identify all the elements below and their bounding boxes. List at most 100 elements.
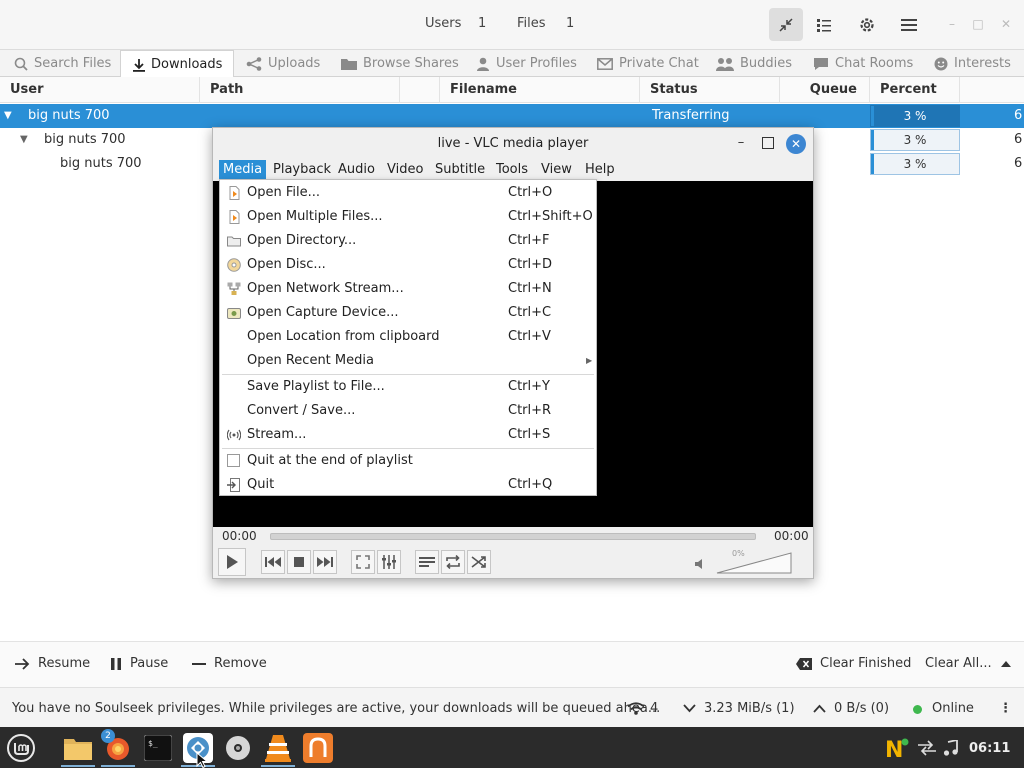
shuffle-button[interactable]	[467, 550, 491, 574]
table-row[interactable]: ▼ big nuts 700 Transferring 3 % 6	[0, 104, 1024, 128]
close-icon[interactable]: ✕	[998, 16, 1014, 32]
list-icon[interactable]	[807, 8, 841, 41]
clock[interactable]: 06:11	[969, 741, 1010, 756]
vlc-minimize-icon[interactable]: –	[735, 136, 747, 149]
play-button[interactable]	[218, 548, 246, 576]
mint-menu-icon[interactable]	[4, 731, 38, 765]
maximize-icon[interactable]: □	[970, 16, 986, 32]
column-queue[interactable]: Queue	[780, 77, 870, 103]
menu-audio[interactable]: Audio	[334, 160, 379, 180]
menu-media[interactable]: Media	[219, 160, 267, 180]
svg-text:$_: $_	[148, 739, 158, 748]
notification-badge: 2	[101, 729, 115, 743]
volume-slider[interactable]	[716, 552, 792, 574]
download-speed-icon	[683, 704, 696, 713]
users-icon	[716, 57, 734, 71]
menu-item-stream[interactable]: Stream... Ctrl+S	[220, 423, 596, 447]
kebab-menu-icon[interactable]: ⋮	[999, 701, 1012, 716]
tab-private-chat[interactable]: Private Chat	[591, 50, 699, 77]
sound-tray-icon[interactable]	[934, 731, 968, 765]
fullscreen-button[interactable]	[351, 550, 375, 574]
menu-item-open-disc[interactable]: Open Disc... Ctrl+D	[220, 253, 596, 277]
online-status[interactable]: Online	[932, 701, 974, 716]
minimize-icon[interactable]: –	[944, 16, 960, 32]
column-status[interactable]: Status	[640, 77, 780, 103]
tab-browse-shares[interactable]: Browse Shares	[335, 50, 459, 77]
menu-item-quit[interactable]: Quit Ctrl+Q	[220, 473, 596, 497]
disc-app-icon[interactable]	[221, 731, 255, 765]
tab-interests[interactable]: Interests	[928, 50, 1011, 77]
extended-settings-button[interactable]	[377, 550, 401, 574]
tab-label: Downloads	[151, 57, 223, 72]
stop-icon	[294, 557, 304, 567]
checkbox-icon[interactable]	[227, 454, 240, 467]
pause-button[interactable]: Pause	[110, 656, 168, 671]
vlc-close-icon[interactable]: ✕	[786, 134, 806, 154]
tab-buddies[interactable]: Buddies	[710, 50, 792, 77]
column-user[interactable]: User	[0, 77, 200, 103]
gear-icon[interactable]	[850, 8, 884, 41]
firefox-icon[interactable]: 2	[101, 729, 135, 767]
tab-downloads[interactable]: Downloads	[120, 50, 234, 78]
tab-search-files[interactable]: Search Files	[8, 50, 111, 77]
column-path[interactable]: Path	[200, 77, 400, 103]
menu-item-open-recent-media[interactable]: Open Recent Media ▶	[220, 349, 596, 373]
expander-down-icon[interactable]: ▼	[4, 104, 12, 128]
menu-item-open-file[interactable]: Open File... Ctrl+O	[220, 181, 596, 205]
menu-item-open-network-stream[interactable]: Open Network Stream... Ctrl+N	[220, 277, 596, 301]
menu-help[interactable]: Help	[581, 160, 619, 180]
tab-chat-rooms[interactable]: Chat Rooms	[807, 50, 913, 77]
vlc-maximize-icon[interactable]	[762, 137, 774, 149]
search-icon	[14, 57, 28, 71]
collapse-icon[interactable]	[769, 8, 803, 41]
menu-item-open-location-clipboard[interactable]: Open Location from clipboard Ctrl+V	[220, 325, 596, 349]
remove-button[interactable]: Remove	[192, 656, 267, 671]
taskbar: 2 $_ N 06:11	[0, 727, 1024, 768]
expander-down-icon[interactable]: ▼	[20, 128, 28, 152]
menu-video[interactable]: Video	[383, 160, 427, 180]
loop-button[interactable]	[441, 550, 465, 574]
vlc-taskbar-icon[interactable]	[261, 731, 295, 767]
users-label: Users	[425, 16, 462, 31]
connection-count: 4	[650, 701, 659, 716]
column-filename[interactable]: Filename	[440, 77, 640, 103]
resume-button[interactable]: Resume	[14, 656, 90, 671]
seek-slider[interactable]	[270, 533, 756, 540]
clear-all-button[interactable]: Clear All...	[925, 656, 1012, 671]
tab-label: Browse Shares	[363, 56, 459, 71]
menu-item-quit-end-of-playlist[interactable]: Quit at the end of playlist	[220, 449, 596, 473]
tab-user-profiles[interactable]: User Profiles	[470, 50, 577, 77]
files-app-icon[interactable]	[61, 731, 95, 767]
menu-item-convert-save[interactable]: Convert / Save... Ctrl+R	[220, 399, 596, 423]
previous-button[interactable]	[261, 550, 285, 574]
stop-button[interactable]	[287, 550, 311, 574]
next-button[interactable]	[313, 550, 337, 574]
nicotine-tray-icon[interactable]: N	[880, 731, 914, 765]
hamburger-menu-icon[interactable]	[892, 8, 926, 41]
clear-finished-button[interactable]: Clear Finished	[796, 656, 911, 671]
menu-item-open-directory[interactable]: Open Directory... Ctrl+F	[220, 229, 596, 253]
upload-speed-icon	[813, 704, 826, 713]
share-icon	[246, 56, 262, 71]
row-extra: 6	[1014, 156, 1023, 171]
status-bar: You have no Soulseek privileges. While p…	[0, 687, 1024, 727]
pause-icon	[111, 657, 121, 670]
column-percent[interactable]: Percent	[870, 77, 960, 103]
menu-view[interactable]: View	[537, 160, 576, 180]
speaker-icon[interactable]	[695, 558, 705, 570]
disc-icon	[227, 258, 241, 272]
stream-icon	[227, 429, 241, 441]
menu-item-open-multiple-files[interactable]: Open Multiple Files... Ctrl+Shift+O	[220, 205, 596, 229]
menu-playback[interactable]: Playback	[269, 160, 335, 180]
menu-item-open-capture-device[interactable]: Open Capture Device... Ctrl+C	[220, 301, 596, 325]
playlist-button[interactable]	[415, 550, 439, 574]
terminal-icon[interactable]: $_	[141, 731, 175, 765]
software-manager-icon[interactable]	[301, 731, 335, 765]
tab-uploads[interactable]: Uploads	[240, 50, 320, 77]
row-user: big nuts 700	[60, 156, 142, 171]
menu-subtitle[interactable]: Subtitle	[431, 160, 489, 180]
menu-item-save-playlist[interactable]: Save Playlist to File... Ctrl+Y	[220, 375, 596, 399]
menu-tools[interactable]: Tools	[492, 160, 532, 180]
file-icon	[229, 186, 240, 200]
tab-bar: Search Files Downloads Uploads Browse Sh…	[0, 50, 1024, 78]
